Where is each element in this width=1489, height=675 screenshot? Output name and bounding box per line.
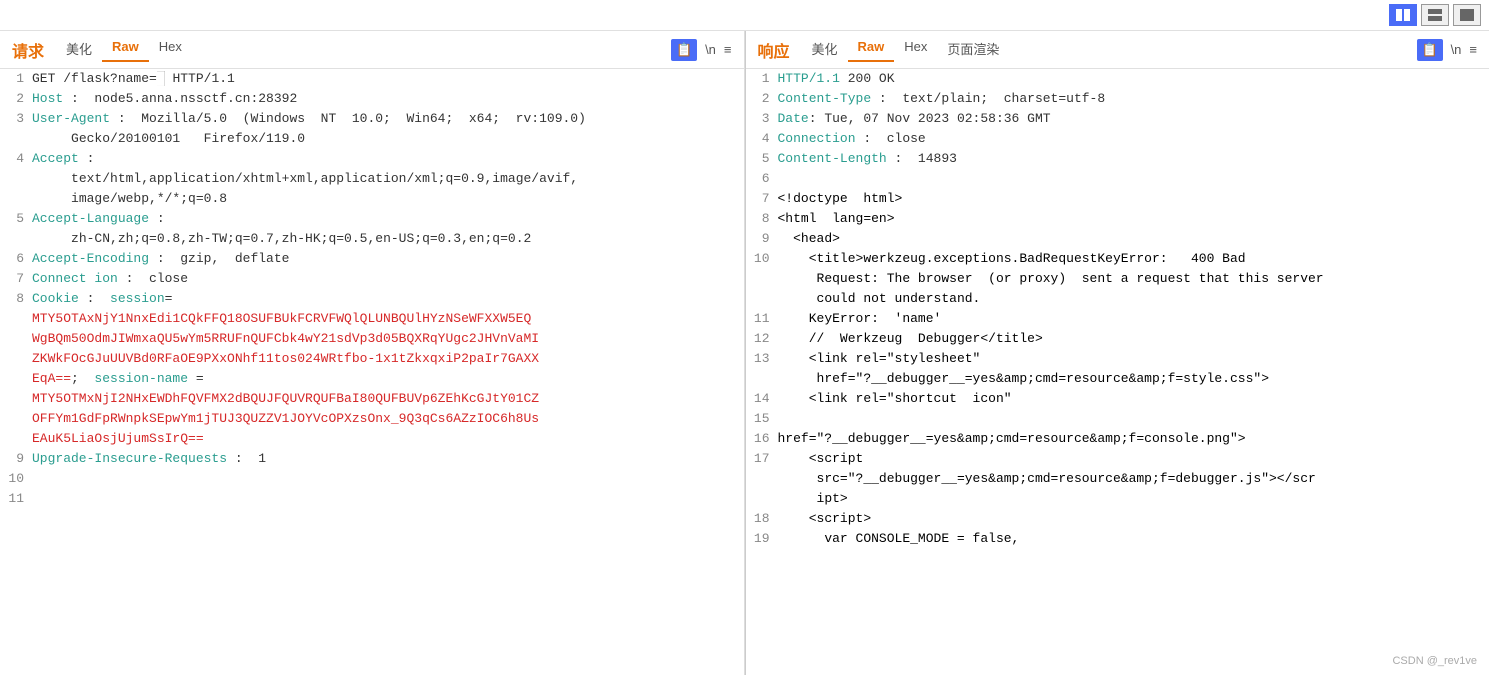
response-title: 响应: [758, 38, 790, 62]
response-line-6: 6: [746, 169, 1489, 189]
response-line-3: 3 Date: Tue, 07 Nov 2023 02:58:36 GMT: [746, 109, 1489, 129]
tab-hex-request[interactable]: Hex: [149, 37, 192, 62]
menu-response[interactable]: ≡: [1469, 42, 1477, 57]
split-view-button[interactable]: [1389, 4, 1417, 26]
single-view-button[interactable]: [1453, 4, 1481, 26]
menu-request[interactable]: ≡: [724, 42, 732, 57]
response-line-14: 14 <link rel="shortcut icon": [746, 389, 1489, 409]
main-container: 请求 美化 Raw Hex 📋 \n ≡ 1 GET /flask?name=█…: [0, 31, 1489, 675]
tab-raw-response[interactable]: Raw: [848, 37, 895, 62]
response-line-4: 4 Connection : close: [746, 129, 1489, 149]
request-line-5: 5 Accept-Language : zh-CN,zh;q=0.8,zh-TW…: [0, 209, 744, 249]
request-line-11: 11: [0, 489, 744, 509]
response-line-19: 19 var CONSOLE_MODE = false,: [746, 529, 1489, 549]
response-line-7: 7 <!doctype html>: [746, 189, 1489, 209]
request-actions: 📋 \n ≡: [671, 39, 731, 61]
request-panel-header: 请求 美化 Raw Hex 📋 \n ≡: [0, 31, 744, 69]
request-line-7: 7 Connect ion : close: [0, 269, 744, 289]
response-line-12: 12 // Werkzeug Debugger</title>: [746, 329, 1489, 349]
ln-response[interactable]: \n: [1451, 42, 1462, 57]
response-line-18: 18 <script>: [746, 509, 1489, 529]
tab-beautify-request[interactable]: 美化: [56, 37, 102, 62]
request-line-4: 4 Accept : text/html,application/xhtml+x…: [0, 149, 744, 209]
request-line-2: 2 Host : node5.anna.nssctf.cn:28392: [0, 89, 744, 109]
request-tabs: 美化 Raw Hex: [56, 37, 667, 62]
request-panel: 请求 美化 Raw Hex 📋 \n ≡ 1 GET /flask?name=█…: [0, 31, 745, 675]
request-line-8: 8 Cookie : session= MTY5OTAxNjY1NnxEdi1C…: [0, 289, 744, 449]
request-line-3: 3 User-Agent : Mozilla/5.0 (Windows NT 1…: [0, 109, 744, 149]
response-line-11: 11 KeyError: 'name': [746, 309, 1489, 329]
top-bar: [0, 0, 1489, 31]
copy-response-button[interactable]: 📋: [1417, 39, 1443, 61]
request-line-6: 6 Accept-Encoding : gzip, deflate: [0, 249, 744, 269]
request-line-10: 10: [0, 469, 744, 489]
ln-request[interactable]: \n: [705, 42, 716, 57]
tab-raw-request[interactable]: Raw: [102, 37, 149, 62]
tab-beautify-response[interactable]: 美化: [802, 37, 848, 62]
request-line-9: 9 Upgrade-Insecure-Requests : 1: [0, 449, 744, 469]
response-line-9: 9 <head>: [746, 229, 1489, 249]
response-line-15: 15: [746, 409, 1489, 429]
tab-hex-response[interactable]: Hex: [894, 37, 937, 62]
response-line-5: 5 Content-Length : 14893: [746, 149, 1489, 169]
response-line-2: 2 Content-Type : text/plain; charset=utf…: [746, 89, 1489, 109]
request-title: 请求: [12, 38, 44, 62]
response-line-8: 8 <html lang=en>: [746, 209, 1489, 229]
response-tabs: 美化 Raw Hex 页面渲染: [802, 37, 1413, 62]
response-actions: 📋 \n ≡: [1417, 39, 1477, 61]
response-line-16: 16 href="?__debugger__=yes&amp;cmd=resou…: [746, 429, 1489, 449]
copy-request-button[interactable]: 📋: [671, 39, 697, 61]
tab-render-response[interactable]: 页面渲染: [937, 37, 1009, 62]
response-line-1: 1 HTTP/1.1 200 OK: [746, 69, 1489, 89]
request-line-1: 1 GET /flask?name=█ HTTP/1.1: [0, 69, 744, 89]
horizontal-view-button[interactable]: [1421, 4, 1449, 26]
response-content: 1 HTTP/1.1 200 OK 2 Content-Type : text/…: [746, 69, 1489, 675]
response-panel: 响应 美化 Raw Hex 页面渲染 📋 \n ≡ 1 HTTP/1.1 200…: [746, 31, 1489, 675]
response-panel-header: 响应 美化 Raw Hex 页面渲染 📋 \n ≡: [746, 31, 1489, 69]
request-content: 1 GET /flask?name=█ HTTP/1.1 2 Host : no…: [0, 69, 744, 675]
watermark: CSDN @_rev1ve: [1392, 655, 1477, 667]
response-line-10: 10 <title>werkzeug.exceptions.BadRequest…: [746, 249, 1489, 309]
response-line-17: 17 <script src="?__debugger__=yes&amp;cm…: [746, 449, 1489, 509]
response-line-13: 13 <link rel="stylesheet" href="?__debug…: [746, 349, 1489, 389]
